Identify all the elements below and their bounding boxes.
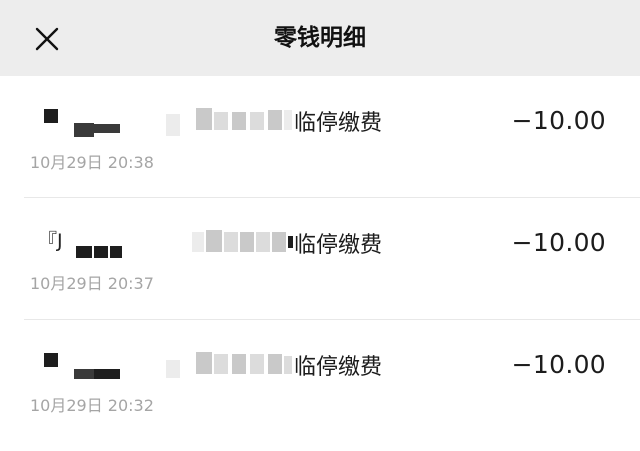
redacted-block <box>256 232 270 252</box>
close-button[interactable] <box>32 24 62 54</box>
transaction-amount: −10.00 <box>511 106 606 135</box>
transaction-row[interactable]: 临停缴费 10月29日 20:32 −10.00 <box>0 320 640 451</box>
header-bar: 零钱明细 <box>0 0 640 76</box>
redacted-block <box>166 114 180 136</box>
redacted-block <box>44 109 58 123</box>
redacted-block <box>240 232 254 252</box>
redacted-block <box>224 232 238 252</box>
transaction-row[interactable]: 临停缴费 10月29日 20:38 −10.00 <box>0 76 640 198</box>
redacted-block <box>166 360 180 378</box>
redacted-block <box>284 110 292 130</box>
redacted-block <box>196 108 212 130</box>
redacted-block <box>272 232 286 252</box>
redacted-block <box>192 232 204 252</box>
redacted-block <box>288 236 293 248</box>
close-icon <box>35 27 59 51</box>
transaction-prefix: 『J <box>38 230 63 252</box>
transaction-description: 临停缴费 <box>294 111 383 136</box>
transaction-time: 10月29日 20:38 <box>30 153 154 172</box>
page-title: 零钱明细 <box>274 25 366 51</box>
redacted-block <box>94 369 120 379</box>
redacted-block <box>214 112 228 130</box>
redacted-block <box>76 246 92 258</box>
redacted-block <box>206 230 222 252</box>
redacted-block <box>44 353 58 367</box>
redacted-block <box>214 354 228 374</box>
redacted-block <box>74 123 94 137</box>
redacted-block <box>94 246 108 258</box>
transaction-amount: −10.00 <box>511 228 606 257</box>
redacted-block <box>268 110 282 130</box>
transaction-list: 临停缴费 10月29日 20:38 −10.00 『J 临停缴费 10月29日 … <box>0 76 640 451</box>
transaction-row[interactable]: 『J 临停缴费 10月29日 20:37 −10.00 <box>0 198 640 320</box>
redacted-block <box>110 246 122 258</box>
redacted-block <box>250 354 264 374</box>
redacted-block <box>74 369 94 379</box>
redacted-block <box>232 112 246 130</box>
transaction-description: 临停缴费 <box>294 233 383 258</box>
redacted-block <box>232 354 246 374</box>
transaction-time: 10月29日 20:32 <box>30 396 154 415</box>
redacted-block <box>196 352 212 374</box>
transaction-description: 临停缴费 <box>294 355 383 380</box>
redacted-block <box>94 124 120 133</box>
transaction-amount: −10.00 <box>511 350 606 379</box>
transaction-time: 10月29日 20:37 <box>30 274 154 293</box>
redacted-block <box>268 354 282 374</box>
redacted-block <box>250 112 264 130</box>
redacted-block <box>284 356 292 374</box>
